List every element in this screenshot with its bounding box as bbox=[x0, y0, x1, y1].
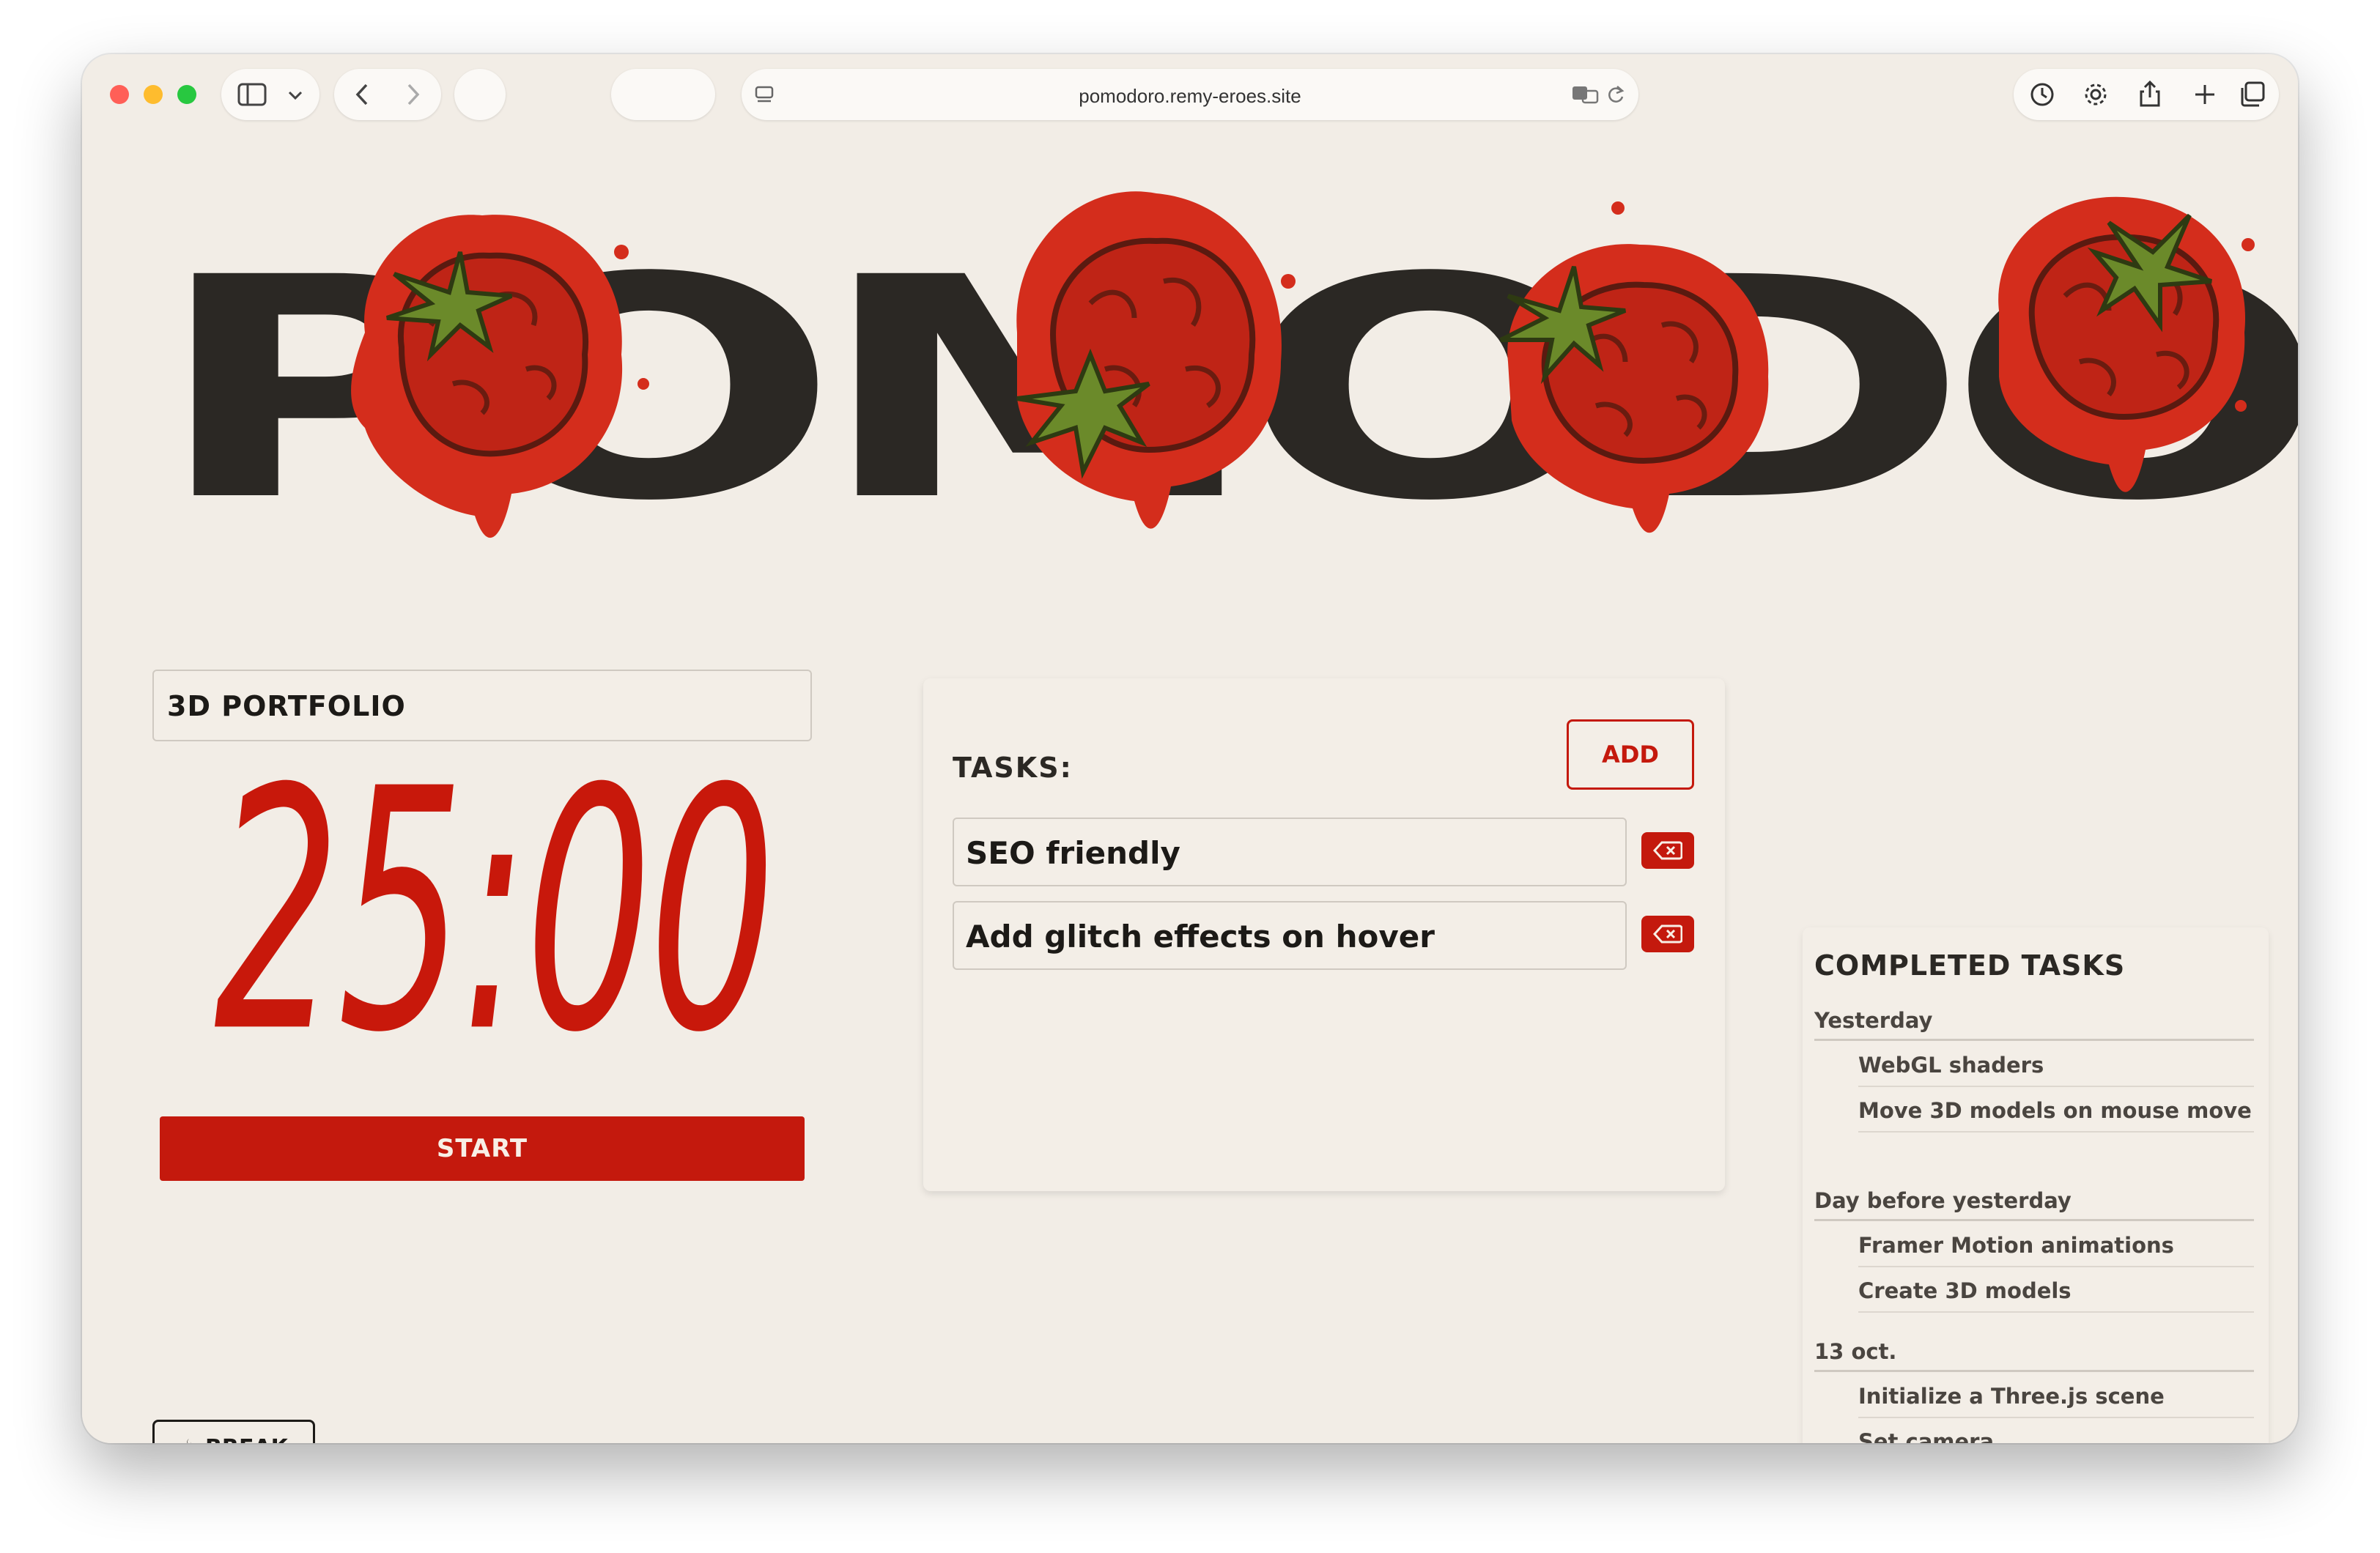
page-content: POMODORO bbox=[82, 135, 2298, 1443]
coffee-icon: ☕ bbox=[180, 1435, 199, 1444]
completed-task-item: Initialize a Three.js scene bbox=[1858, 1382, 2254, 1418]
chevron-down-icon bbox=[288, 91, 303, 100]
tasks-title: TASKS: bbox=[953, 752, 1073, 784]
completed-task-item: Create 3D models bbox=[1858, 1276, 2254, 1313]
task-input[interactable]: SEO friendly bbox=[953, 818, 1627, 886]
tab-overview-icon[interactable] bbox=[2239, 81, 2266, 108]
task-text: Add glitch effects on hover bbox=[966, 919, 1435, 955]
backspace-delete-icon bbox=[1653, 841, 1682, 860]
new-tab-plus-icon[interactable] bbox=[2194, 84, 2216, 105]
extension-button[interactable] bbox=[454, 69, 506, 120]
task-input[interactable]: Add glitch effects on hover bbox=[953, 901, 1627, 970]
back-arrow-icon[interactable] bbox=[355, 83, 369, 106]
tasks-panel: TASKS: ADD SEO friendly Add glitch effec… bbox=[923, 678, 1725, 1191]
completed-group-heading: 13 oct. bbox=[1814, 1339, 2254, 1372]
completed-task-item: Set camera bbox=[1858, 1429, 1995, 1443]
delete-task-button[interactable] bbox=[1641, 916, 1694, 952]
task-text: SEO friendly bbox=[966, 835, 1180, 871]
add-task-button[interactable]: ADD bbox=[1567, 719, 1694, 790]
tomato-illustration bbox=[351, 215, 649, 538]
close-window-button[interactable] bbox=[110, 85, 129, 104]
settings-gear-icon[interactable] bbox=[2082, 81, 2109, 108]
completed-task-item: WebGL shaders bbox=[1858, 1050, 2254, 1087]
timer-display: 25:00 bbox=[214, 719, 776, 1106]
minimize-window-button[interactable] bbox=[144, 85, 163, 104]
title-banner: POMODORO bbox=[152, 191, 2298, 574]
tab-group-button[interactable] bbox=[611, 69, 715, 120]
maximize-window-button[interactable] bbox=[177, 85, 196, 104]
history-nav bbox=[334, 69, 441, 120]
completed-task-item: Move 3D models on mouse move bbox=[1858, 1096, 2254, 1133]
history-clock-icon[interactable] bbox=[2030, 82, 2055, 107]
start-button[interactable]: START bbox=[160, 1116, 805, 1181]
task-item: SEO friendly bbox=[953, 818, 1694, 886]
completed-group-heading: Day before yesterday bbox=[1814, 1188, 2254, 1221]
address-bar[interactable]: pomodoro.remy-eroes.site bbox=[742, 69, 1638, 120]
task-item: Add glitch effects on hover bbox=[953, 901, 1694, 970]
project-name-text: 3D PORTFOLIO bbox=[167, 690, 406, 722]
sidebar-toggle-button[interactable] bbox=[221, 69, 319, 120]
completed-task-item: Framer Motion animations bbox=[1858, 1231, 2254, 1267]
backspace-delete-icon bbox=[1653, 924, 1682, 944]
forward-arrow-icon[interactable] bbox=[406, 83, 421, 106]
browser-window: pomodoro.remy-eroes.site 3D PORTFOLIO 25… bbox=[82, 54, 2298, 1443]
toolbar-actions bbox=[2014, 69, 2279, 120]
break-label: BREAK bbox=[205, 1435, 288, 1444]
translate-icon[interactable] bbox=[1571, 85, 1600, 104]
tomato-illustration bbox=[1998, 196, 2255, 492]
reload-icon[interactable] bbox=[1606, 84, 1625, 105]
tomato-illustration bbox=[1499, 201, 1769, 533]
completed-group-heading: Yesterday bbox=[1814, 1008, 2254, 1041]
browser-toolbar: pomodoro.remy-eroes.site bbox=[82, 54, 2298, 135]
break-button[interactable]: ☕ BREAK bbox=[152, 1420, 315, 1443]
completed-tasks-panel: COMPLETED TASKS Yesterday WebGL shaders … bbox=[1803, 927, 2269, 1443]
share-icon[interactable] bbox=[2138, 80, 2162, 108]
sidebar-icon bbox=[237, 83, 267, 106]
delete-task-button[interactable] bbox=[1641, 832, 1694, 869]
url-text: pomodoro.remy-eroes.site bbox=[1079, 85, 1301, 107]
tomato-illustration bbox=[1016, 191, 1296, 529]
completed-tasks-title: COMPLETED TASKS bbox=[1814, 949, 2126, 982]
